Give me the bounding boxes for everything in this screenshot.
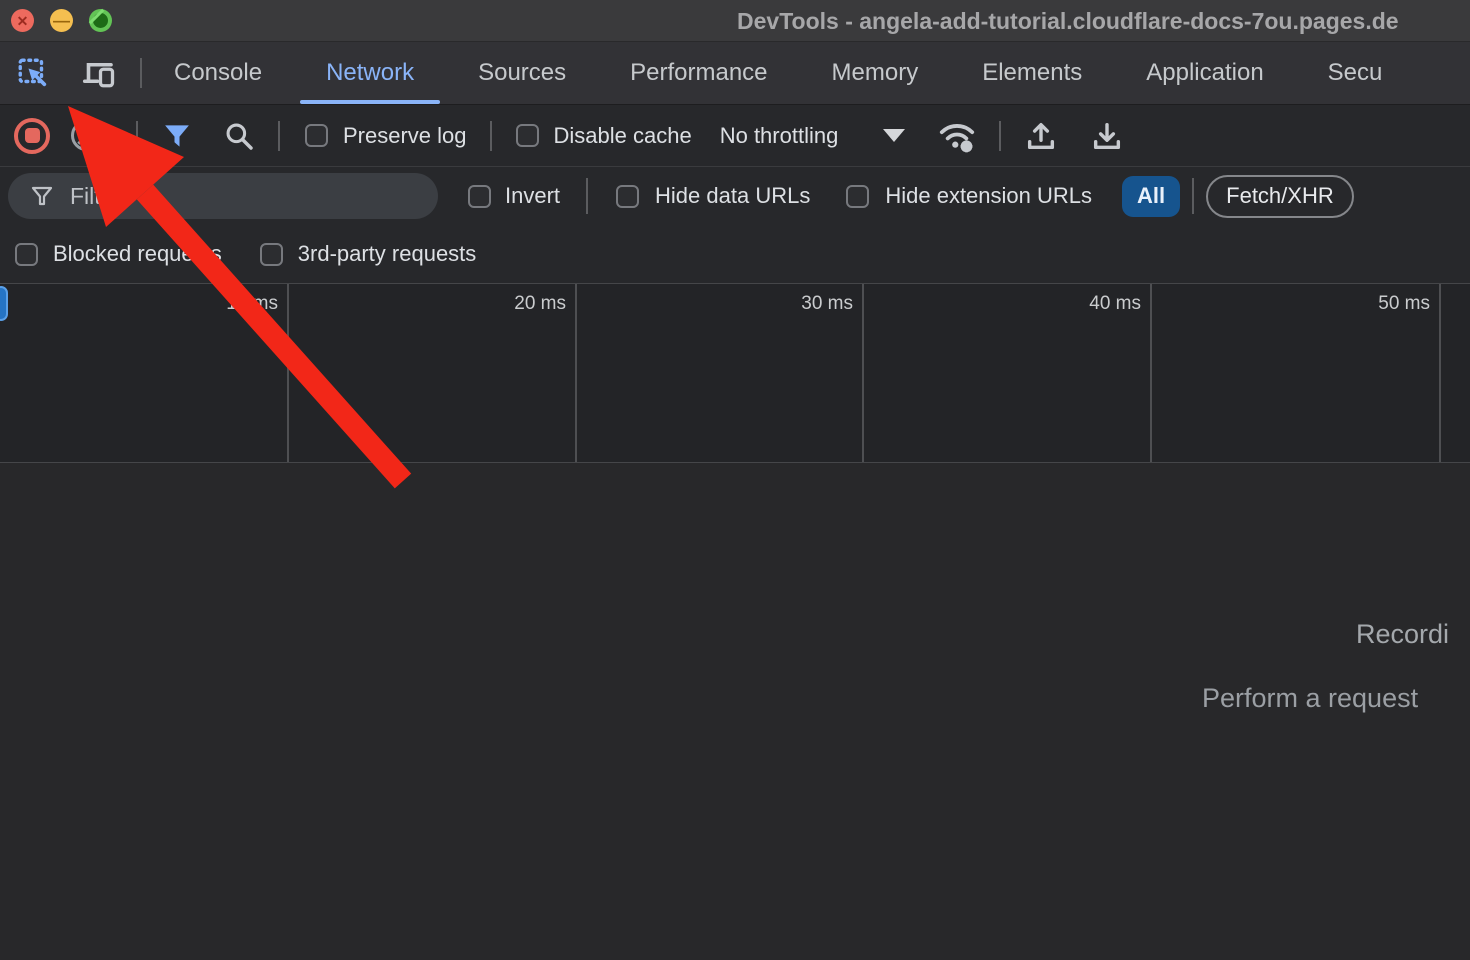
tab-sources[interactable]: Sources — [446, 42, 598, 104]
devtools-window: ✕ — DevTools - angela-add-tutorial.cloud… — [0, 0, 1470, 960]
blocked-requests-label: Blocked requests — [53, 241, 222, 267]
gridline-10ms — [287, 284, 289, 462]
inspect-cursor-icon — [16, 56, 50, 90]
gridline-40ms — [1150, 284, 1152, 462]
third-party-requests-label: 3rd-party requests — [298, 241, 477, 267]
throttling-select[interactable]: No throttling — [720, 123, 839, 149]
invert-label: Invert — [505, 183, 560, 209]
tab-memory[interactable]: Memory — [800, 42, 951, 104]
network-toolbar: Preserve log Disable cache No throttling — [0, 105, 1470, 167]
record-network-log-button[interactable] — [14, 118, 50, 154]
upload-icon — [1024, 119, 1058, 153]
titlebar: ✕ — DevTools - angela-add-tutorial.cloud… — [0, 0, 1470, 42]
third-party-requests-checkbox[interactable] — [260, 243, 283, 266]
filter-toggle-button[interactable] — [160, 119, 194, 153]
gridline-50ms — [1439, 284, 1441, 462]
preserve-log-checkbox[interactable] — [305, 124, 328, 147]
throttling-caret-icon[interactable] — [883, 129, 905, 142]
tab-network[interactable]: Network — [294, 42, 446, 104]
preserve-log-label: Preserve log — [343, 123, 467, 149]
tab-security[interactable]: Secu — [1296, 42, 1415, 104]
blocked-requests-checkbox[interactable] — [15, 243, 38, 266]
window-controls: ✕ — — [11, 9, 112, 32]
tab-application[interactable]: Application — [1114, 42, 1295, 104]
hide-data-urls-checkbox[interactable] — [616, 185, 639, 208]
download-icon — [1090, 119, 1124, 153]
tick-label: 20 ms — [514, 293, 566, 315]
record-icon — [25, 128, 40, 143]
tick-label: 10 ms — [226, 293, 278, 315]
toggle-device-toolbar-button[interactable] — [78, 52, 120, 94]
network-conditions-icon — [936, 117, 978, 155]
filter-input-pill[interactable] — [8, 173, 438, 219]
clear-network-log-button[interactable] — [71, 120, 102, 151]
request-type-fetch-xhr-chip[interactable]: Fetch/XHR — [1206, 175, 1354, 218]
minimize-icon: — — [53, 12, 70, 29]
devtools-tabbar: Console Network Sources Performance Memo… — [0, 42, 1470, 105]
invert-checkbox[interactable] — [468, 185, 491, 208]
network-conditions-button[interactable] — [935, 116, 979, 156]
filter-funnel-icon — [30, 184, 54, 208]
tick-label: 50 ms — [1378, 293, 1430, 315]
overview-drag-handle[interactable] — [0, 286, 8, 321]
disable-cache-label: Disable cache — [554, 123, 692, 149]
funnel-icon — [162, 121, 192, 151]
recording-message: Recordi — [1356, 619, 1449, 650]
tab-elements[interactable]: Elements — [950, 42, 1114, 104]
hide-extension-urls-checkbox[interactable] — [846, 185, 869, 208]
close-icon: ✕ — [17, 14, 29, 28]
search-button[interactable] — [222, 119, 256, 153]
hide-extension-urls-label: Hide extension URLs — [885, 183, 1092, 209]
hide-data-urls-label: Hide data URLs — [655, 183, 810, 209]
filter-input[interactable] — [70, 183, 400, 210]
export-har-button[interactable] — [1089, 118, 1125, 154]
device-toolbar-icon — [81, 55, 117, 91]
gridline-30ms — [862, 284, 864, 462]
network-overview-timeline[interactable]: 10 ms 20 ms 30 ms 40 ms 50 ms — [0, 284, 1470, 463]
import-har-button[interactable] — [1023, 118, 1059, 154]
inspect-element-button[interactable] — [12, 52, 54, 94]
network-log-empty-area: Recordi Perform a request — [0, 463, 1470, 959]
close-window-button[interactable]: ✕ — [11, 9, 34, 32]
minimize-window-button[interactable]: — — [50, 9, 73, 32]
gridline-20ms — [575, 284, 577, 462]
disable-cache-checkbox[interactable] — [516, 124, 539, 147]
tab-console[interactable]: Console — [142, 42, 294, 104]
search-icon — [223, 120, 255, 152]
clear-icon — [77, 126, 95, 144]
request-type-all-chip[interactable]: All — [1122, 176, 1180, 217]
tab-performance[interactable]: Performance — [598, 42, 799, 104]
perform-request-message: Perform a request — [1202, 683, 1418, 714]
network-filter-bar: Invert Hide data URLs Hide extension URL… — [0, 167, 1470, 284]
tick-label: 30 ms — [801, 293, 853, 315]
tick-label: 40 ms — [1089, 293, 1141, 315]
fullscreen-window-button[interactable] — [89, 9, 112, 32]
window-title: DevTools - angela-add-tutorial.cloudflar… — [737, 0, 1399, 42]
